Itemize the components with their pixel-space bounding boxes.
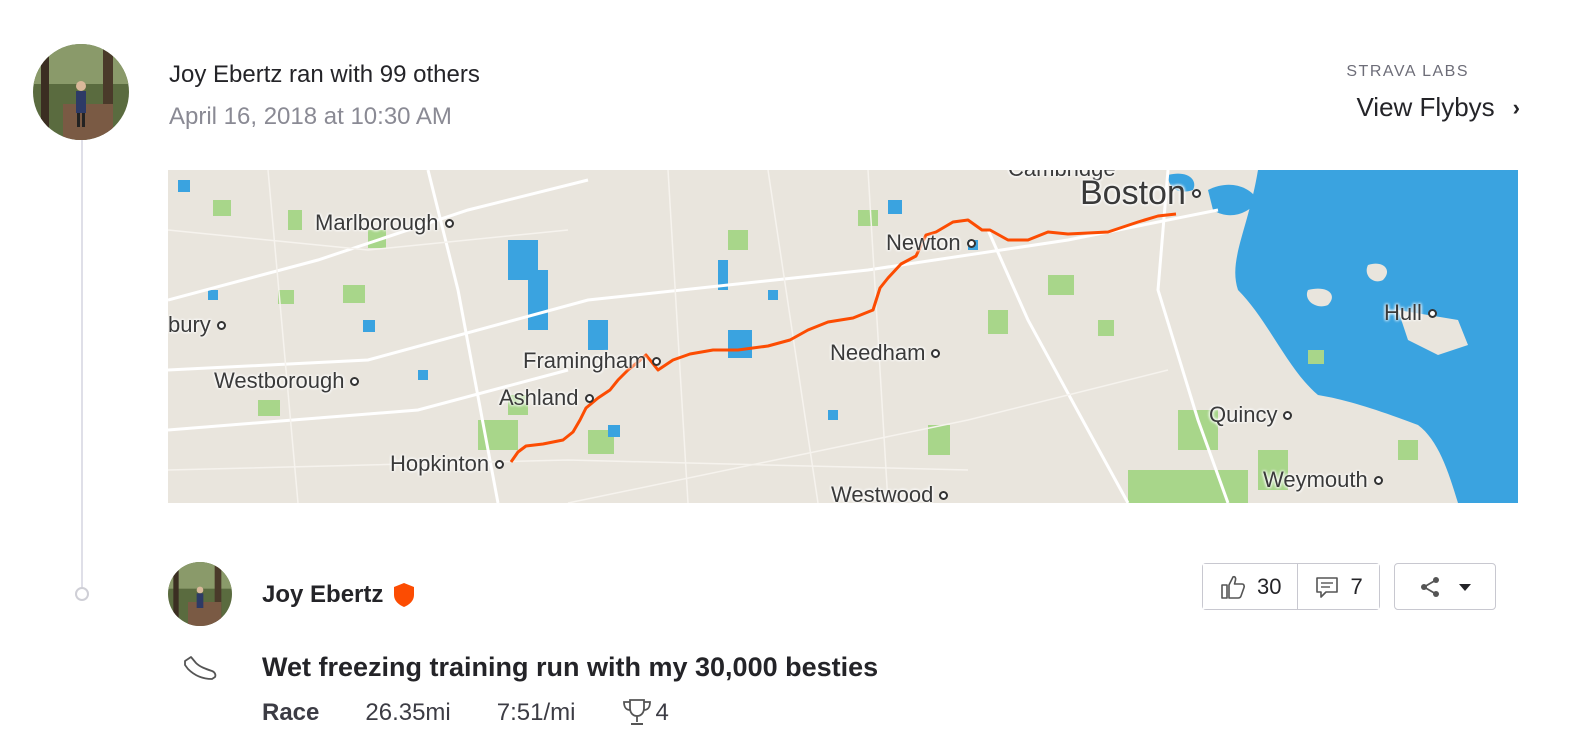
map-label-needham: Needham [830,340,941,366]
view-flybys-link[interactable]: View Flybys › [1356,92,1520,123]
strava-labs-label: STRAVA LABS [1346,63,1469,80]
activity-stats: Race 26.35mi 7:51/mi 4 [262,698,669,728]
map-pin [495,459,505,469]
view-flybys-label: View Flybys [1356,92,1495,122]
map-label-framingham: Framingham [523,348,662,374]
subscriber-shield-icon [394,583,415,607]
athlete-name[interactable]: Joy Ebertz [262,581,383,609]
comment-icon [1316,576,1339,598]
map-pin [1427,308,1437,318]
map-pin [350,376,360,386]
trophy-icon [623,699,652,725]
map-label-boston: Boston [1080,174,1201,213]
map-label-framingham-text: Framingham [523,348,647,373]
map-label-boston-text: Boston [1080,174,1186,212]
comments-button[interactable]: 7 [1297,564,1379,609]
map-pin [931,348,941,358]
kudos-comments-group: 30 7 [1202,563,1380,610]
share-icon [1420,576,1439,597]
map-pin [652,356,662,366]
map-pin [1373,475,1383,485]
activity-date: April 16, 2018 at 10:30 AM [169,103,452,130]
athlete-avatar[interactable] [168,562,232,626]
kudos-count: 30 [1257,573,1282,599]
map-label-hopkinton-text: Hopkinton [390,451,490,476]
map-pin [1283,410,1293,420]
group-avatar[interactable] [33,44,129,140]
timeline-dot [75,587,89,601]
map-label-sudbury-text: bury [168,312,211,337]
caret-down-icon [1458,583,1471,591]
chevron-right-icon: › [1512,94,1520,120]
thumbs-up-icon [1221,575,1245,599]
map-label-quincy: Quincy [1209,402,1293,428]
map-pin [966,238,976,248]
activity-type: Race [262,699,320,726]
kudos-button[interactable]: 30 [1203,564,1298,609]
athlete-name-row: Joy Ebertz [262,581,415,609]
comments-count: 7 [1350,573,1363,599]
map-label-weymouth: Weymouth [1263,467,1383,493]
share-dropdown-button[interactable] [1393,563,1496,610]
map-label-hopkinton: Hopkinton [390,451,505,477]
map-label-hull: Hull [1384,300,1437,326]
map-label-hull-text: Hull [1384,300,1422,325]
map-label-quincy-text: Quincy [1209,402,1278,427]
map-pin [444,218,454,228]
map-label-westwood: Westwood [831,482,949,503]
map-label-needham-text: Needham [830,340,926,365]
map-label-weymouth-text: Weymouth [1263,467,1368,492]
map-label-marlborough: Marlborough [315,210,454,236]
map-label-ashland-text: Ashland [499,385,579,410]
run-shoe-icon [184,656,217,680]
timeline-line [81,140,83,590]
achievements-count: 4 [655,699,669,726]
map-label-westborough-text: Westborough [214,368,345,393]
map-label-ashland: Ashland [499,385,594,411]
map-label-marlborough-text: Marlborough [315,210,439,235]
map-label-newton-text: Newton [886,230,961,255]
map-pin [939,490,949,500]
map-pin [216,320,226,330]
activity-distance: 26.35mi [365,699,451,726]
activity-actions: 30 7 [1202,563,1496,610]
map-label-westwood-text: Westwood [831,482,934,503]
activity-pace: 7:51/mi [496,699,576,726]
map-label-westborough: Westborough [214,368,360,394]
map-pin [584,393,594,403]
route-map[interactable]: Cambridge Boston Marlborough Newton bury… [168,170,1518,503]
group-activity-title[interactable]: Joy Ebertz ran with 99 others [169,61,480,89]
map-label-newton: Newton [886,230,976,256]
activity-title[interactable]: Wet freezing training run with my 30,000… [262,652,878,683]
map-label-sudbury: bury [168,312,226,338]
map-pin [1191,189,1201,198]
achievements[interactable]: 4 [621,698,669,728]
